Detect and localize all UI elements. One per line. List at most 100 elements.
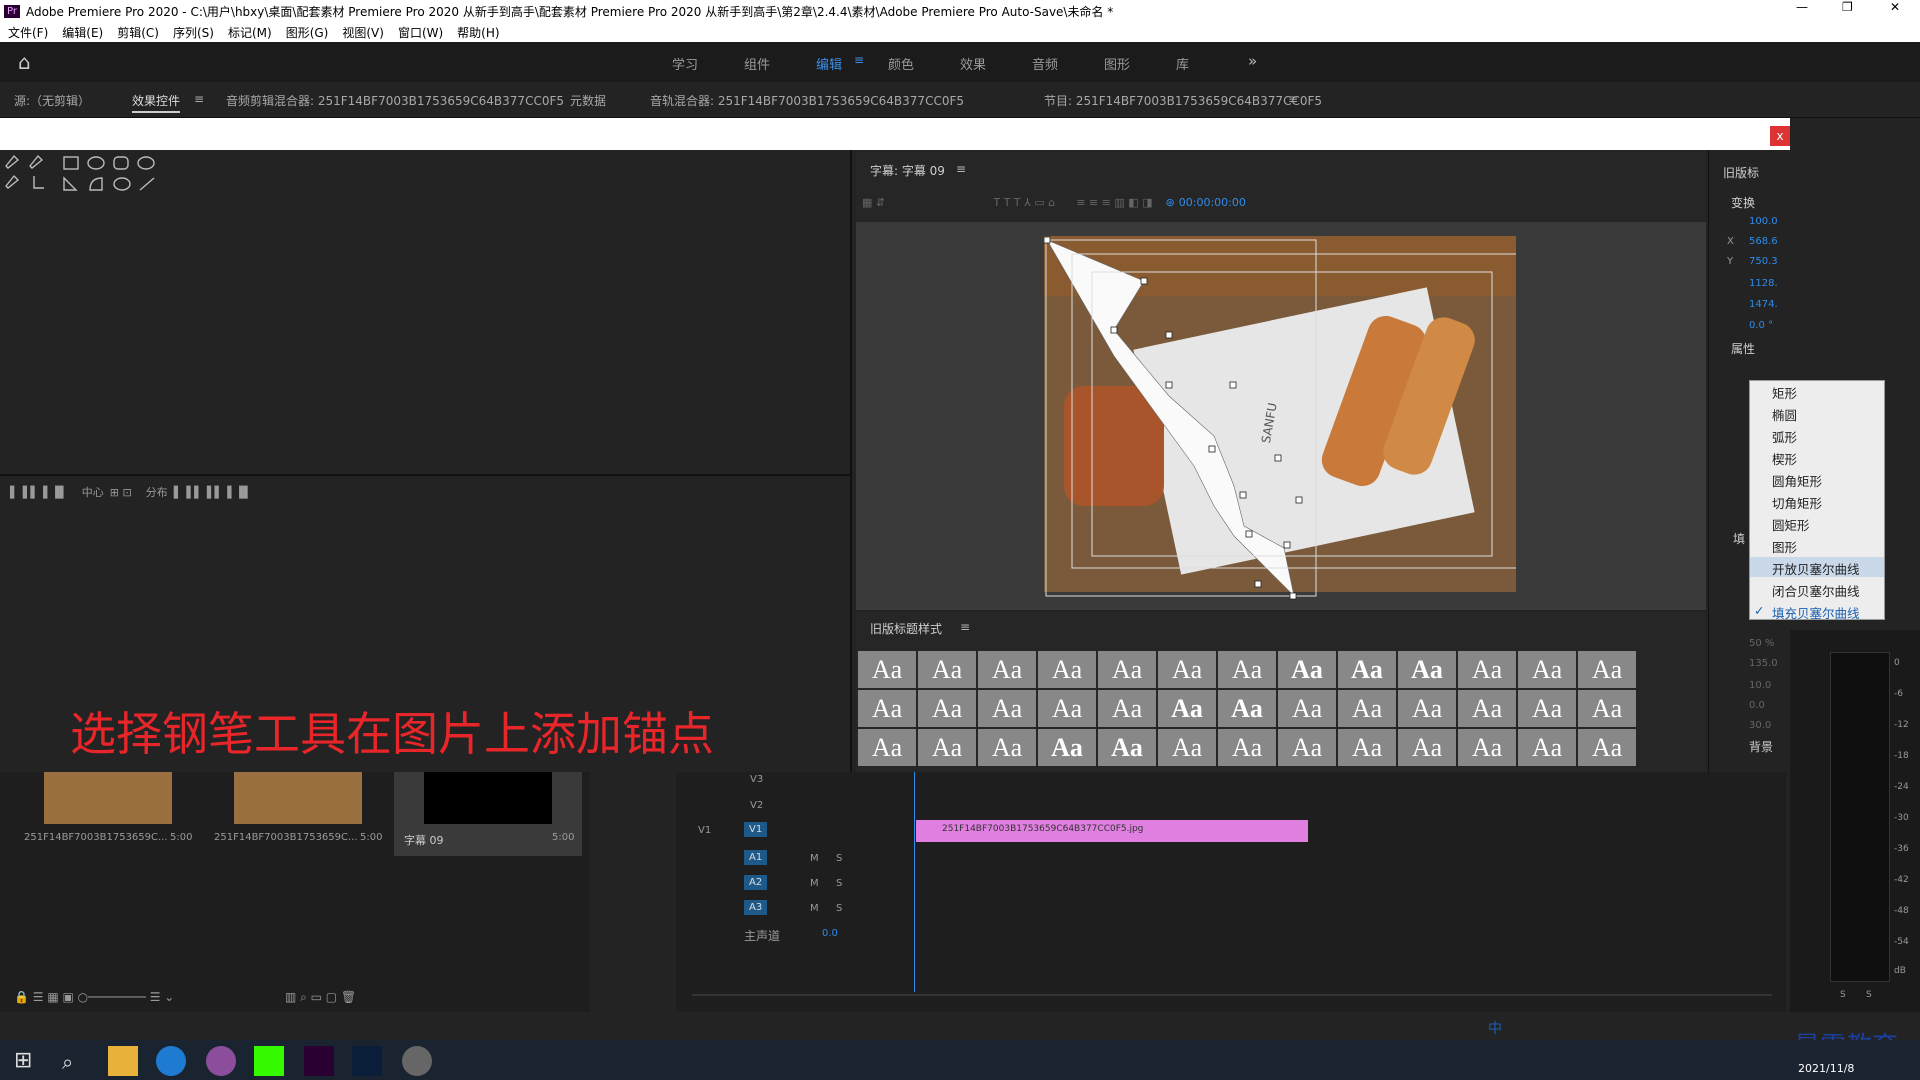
timecode-icon[interactable]: ⊛ [1166,196,1175,209]
menu-view[interactable]: 视图(V) [342,24,384,41]
tab-effect-controls[interactable]: 效果控件 [132,92,181,113]
track-v1[interactable]: V1 [744,822,768,837]
style-swatch[interactable]: Aa [858,651,916,688]
pen-path-overlay[interactable] [1044,236,1516,606]
style-swatch[interactable]: Aa [1458,651,1516,688]
graphic-type-dropdown[interactable]: 矩形 椭圆 弧形 楔形 圆角矩形 切角矩形 圆矩形 图形 开放贝塞尔曲线 闭合贝… [1749,380,1885,622]
fill-label[interactable]: 填 [1733,530,1745,547]
style-swatch[interactable]: Aa [1518,729,1576,766]
menu-clip[interactable]: 剪辑(C) [117,24,159,41]
tab-editing-menu-icon[interactable]: ≡ [854,53,864,67]
style-swatch[interactable]: Aa [1158,729,1216,766]
dropdown-clipped-rect[interactable]: 切角矩形 [1772,493,1822,512]
playhead[interactable] [914,772,915,992]
style-swatch[interactable]: Aa [978,651,1036,688]
effect-controls-menu-icon[interactable]: ≡ [194,92,204,106]
style-swatch[interactable]: Aa [1518,651,1576,688]
master-value[interactable]: 0.0 [822,928,838,939]
opacity-value[interactable]: 100.0 [1749,216,1778,227]
style-swatch[interactable]: Aa [1098,729,1156,766]
tab-editing[interactable]: 编辑 [816,54,842,73]
style-swatch[interactable]: Aa [1338,690,1396,727]
menu-sequence[interactable]: 序列(S) [173,24,214,41]
solo-a1[interactable]: S [836,853,842,864]
style-swatch[interactable]: Aa [1278,651,1336,688]
fill-value-5[interactable]: 30.0 [1749,720,1771,731]
x-value[interactable]: 568.6 [1749,236,1778,247]
track-v2[interactable]: V2 [750,800,763,811]
style-swatch[interactable]: Aa [1098,651,1156,688]
style-swatch[interactable]: Aa [1278,690,1336,727]
tab-metadata[interactable]: 元数据 [570,92,606,109]
app-icon-generic[interactable] [206,1046,236,1076]
photoshop-icon[interactable] [352,1046,382,1076]
style-swatch[interactable]: Aa [1518,690,1576,727]
track-a1[interactable]: A1 [744,850,768,865]
dropdown-rectangle[interactable]: 矩形 [1772,383,1797,402]
center-icons[interactable]: ⊞ ⊡ [110,486,132,499]
mute-a1[interactable]: M [810,853,819,864]
project-toolbar[interactable]: 🔒 ☰ ▦ ▣ ○──────── ☰ ⌄ ▥ ⌕ ▭ ▢ 🗑 [14,990,356,1005]
transform-label[interactable]: 变换 [1731,194,1755,211]
style-swatch[interactable]: Aa [1158,690,1216,727]
menu-file[interactable]: 文件(F) [8,24,48,41]
v1-source[interactable]: V1 [698,825,711,836]
dropdown-round-rect[interactable]: 圆矩形 [1772,515,1810,534]
tab-effects[interactable]: 效果 [960,54,986,73]
style-swatch[interactable]: Aa [918,690,976,727]
more-workspaces-icon[interactable]: » [1248,52,1257,70]
meter-solo-right[interactable]: S [1866,990,1872,1000]
project-thumb-1[interactable] [44,772,172,824]
titler-menu-icon[interactable]: ≡ [956,162,966,176]
style-swatch[interactable]: Aa [1038,651,1096,688]
windows-start-icon[interactable]: ⊞ [14,1048,32,1073]
style-swatch[interactable]: Aa [918,729,976,766]
align-icons-left[interactable]: ▌▐ ▌▐ ▐▌ [10,486,68,499]
style-swatch[interactable]: Aa [1338,651,1396,688]
dropdown-arc[interactable]: 弧形 [1772,427,1797,446]
style-swatch[interactable]: Aa [1578,651,1636,688]
style-swatch[interactable]: Aa [1038,729,1096,766]
background-label[interactable]: 背景 [1749,738,1773,755]
edge-icon[interactable] [156,1046,186,1076]
maximize-icon[interactable]: ❐ [1842,0,1853,14]
rotation-value[interactable]: 0.0 ° [1749,320,1773,331]
tab-audio[interactable]: 音频 [1032,54,1058,73]
mute-a3[interactable]: M [810,903,819,914]
style-swatch[interactable]: Aa [1218,651,1276,688]
style-swatch[interactable]: Aa [1218,690,1276,727]
solo-a2[interactable]: S [836,878,842,889]
minimize-icon[interactable]: — [1796,0,1808,14]
dropdown-open-bezier-label[interactable]: 开放贝塞尔曲线 [1772,559,1860,578]
styles-menu-icon[interactable]: ≡ [960,620,970,634]
track-v3[interactable]: V3 [750,774,763,785]
dropdown-filled-bezier[interactable]: 填充贝塞尔曲线 [1772,603,1860,622]
tab-program[interactable]: 节目: 251F14BF7003B1753659C64B377CC0F5 [1044,92,1322,109]
solo-a3[interactable]: S [836,903,842,914]
menu-edit[interactable]: 编辑(E) [62,24,103,41]
titler-timecode[interactable]: 00:00:00:00 [1179,196,1246,209]
home-icon[interactable]: ⌂ [18,50,31,74]
tab-source[interactable]: 源:（无剪辑） [14,92,90,109]
dropdown-closed-bezier[interactable]: 闭合贝塞尔曲线 [1772,581,1860,600]
width-value[interactable]: 1128. [1749,278,1778,289]
style-swatch[interactable]: Aa [1398,651,1456,688]
style-swatch[interactable]: Aa [978,729,1036,766]
style-swatch[interactable]: Aa [1278,729,1336,766]
style-swatch[interactable]: Aa [918,651,976,688]
track-a3[interactable]: A3 [744,900,768,915]
distribute-icons[interactable]: ▌▐ ▌▐ ▌▐ ▐▌ [174,486,252,499]
style-swatch[interactable]: Aa [1398,690,1456,727]
file-explorer-icon[interactable] [108,1046,138,1076]
close-icon[interactable]: ✕ [1890,0,1900,14]
titler-close-button[interactable]: x [1770,126,1790,146]
dropdown-rounded-rect[interactable]: 圆角矩形 [1772,471,1822,490]
style-swatch[interactable]: Aa [1458,690,1516,727]
style-swatch[interactable]: Aa [1398,729,1456,766]
height-value[interactable]: 1474. [1749,299,1778,310]
menu-help[interactable]: 帮助(H) [457,24,499,41]
tab-learn[interactable]: 学习 [672,54,698,73]
program-menu-icon[interactable]: ≡ [1288,92,1298,106]
search-icon[interactable]: ⌕ [62,1050,73,1074]
dropdown-ellipse[interactable]: 椭圆 [1772,405,1797,424]
